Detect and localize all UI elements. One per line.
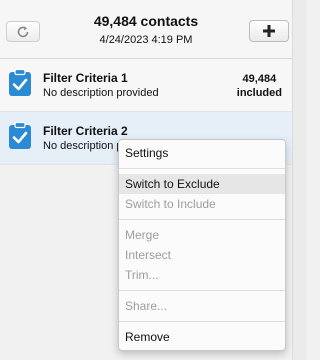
filter-count-label: included <box>236 87 282 99</box>
menu-item-trim[interactable]: Trim... <box>119 265 285 285</box>
menu-separator <box>119 290 285 291</box>
menu-item-share[interactable]: Share... <box>119 296 285 316</box>
refresh-icon <box>17 25 29 37</box>
menu-item-intersect[interactable]: Intersect <box>119 245 285 265</box>
filter-row[interactable]: Filter Criteria 1 No description provide… <box>0 59 292 112</box>
clipboard-check-icon <box>9 69 31 96</box>
menu-separator <box>119 219 285 220</box>
filter-name: Filter Criteria 1 <box>43 71 128 85</box>
contacts-count-title: 49,484 contacts <box>93 13 199 29</box>
menu-separator <box>119 321 285 322</box>
header: 49,484 contacts 4/24/2023 4:19 PM <box>0 0 292 59</box>
menu-item-switch-to-include[interactable]: Switch to Include <box>119 194 285 214</box>
context-menu: Settings Switch to Exclude Switch to Inc… <box>118 139 286 351</box>
filter-description: No description provided <box>43 87 159 99</box>
menu-item-settings[interactable]: Settings <box>119 143 285 163</box>
menu-item-merge[interactable]: Merge <box>119 225 285 245</box>
filter-count-value: 49,484 <box>242 73 277 85</box>
timestamp: 4/24/2023 4:19 PM <box>99 34 193 46</box>
menu-item-switch-to-exclude[interactable]: Switch to Exclude <box>119 174 285 194</box>
plus-icon <box>263 25 275 37</box>
menu-item-remove[interactable]: Remove <box>119 327 285 347</box>
menu-separator <box>119 168 285 169</box>
clipboard-check-icon <box>9 122 31 149</box>
refresh-button[interactable] <box>6 21 40 42</box>
filter-name: Filter Criteria 2 <box>43 124 128 138</box>
add-filter-button[interactable] <box>249 20 289 42</box>
filter-count: 49,484 included <box>237 72 282 100</box>
scrollbar-track[interactable] <box>292 0 306 360</box>
